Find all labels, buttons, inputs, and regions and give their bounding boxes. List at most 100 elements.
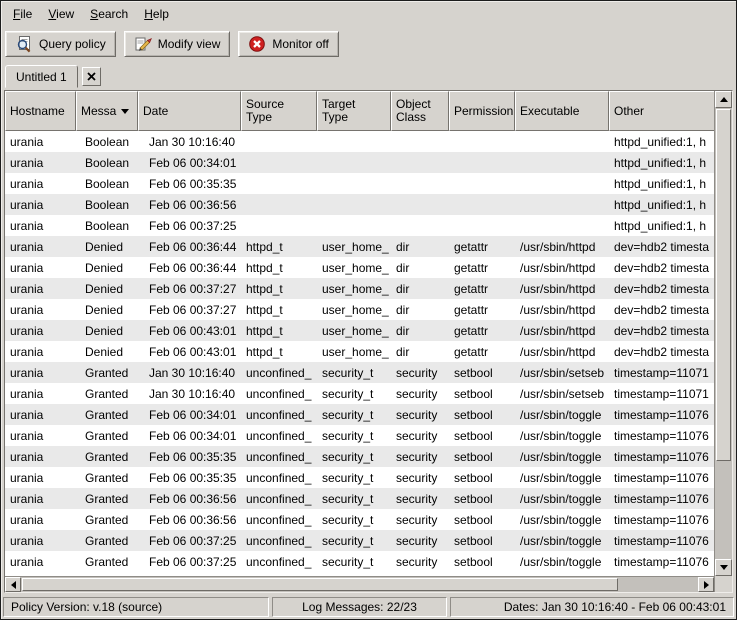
table-cell: httpd_t [241, 278, 317, 299]
table-cell: Granted [76, 551, 138, 572]
table-cell [317, 173, 391, 194]
table-cell [317, 131, 391, 152]
query-policy-button[interactable]: Query policy [5, 31, 116, 57]
menu-file[interactable]: File [5, 3, 40, 25]
modify-view-label: Modify view [158, 37, 221, 51]
table-cell: Feb 06 00:37:27 [138, 278, 241, 299]
table-row[interactable]: uraniaBooleanJan 30 10:16:40httpd_unifie… [5, 131, 714, 152]
table-row[interactable]: uraniaBooleanFeb 06 00:37:25httpd_unifie… [5, 215, 714, 236]
table-row[interactable]: uraniaDeniedFeb 06 00:43:01httpd_tuser_h… [5, 341, 714, 362]
horizontal-scroll-track[interactable] [21, 577, 698, 592]
table-cell: setbool [449, 488, 515, 509]
horizontal-scrollbar[interactable] [5, 576, 714, 592]
table-row[interactable]: uraniaGrantedFeb 06 00:37:25unconfined_s… [5, 530, 714, 551]
column-header-permission[interactable]: Permission [449, 91, 515, 131]
tab-close-button[interactable] [82, 67, 101, 86]
table-row[interactable]: uraniaGrantedJan 30 10:16:40unconfined_s… [5, 362, 714, 383]
table-cell: httpd_unified:1, h [609, 215, 714, 236]
table-cell: httpd_unified:1, h [609, 173, 714, 194]
table-cell: dev=hdb2 timesta [609, 278, 714, 299]
table-cell: Denied [76, 257, 138, 278]
table-cell: httpd_t [241, 299, 317, 320]
scroll-left-button[interactable] [5, 577, 21, 592]
table-row[interactable]: uraniaDeniedFeb 06 00:37:27httpd_tuser_h… [5, 299, 714, 320]
horizontal-scroll-thumb[interactable] [22, 578, 618, 591]
table-cell: urania [5, 278, 76, 299]
table-cell: getattr [449, 257, 515, 278]
table-cell: urania [5, 173, 76, 194]
table-cell [241, 173, 317, 194]
table-cell: httpd_t [241, 320, 317, 341]
table-cell: Feb 06 00:43:01 [138, 341, 241, 362]
table-row[interactable]: uraniaDeniedFeb 06 00:43:01httpd_tuser_h… [5, 320, 714, 341]
table-cell [391, 215, 449, 236]
vertical-scroll-thumb[interactable] [716, 109, 731, 461]
table-cell: /usr/sbin/httpd [515, 341, 609, 362]
table-row[interactable]: uraniaGrantedFeb 06 00:34:01unconfined_s… [5, 425, 714, 446]
vertical-scrollbar[interactable] [714, 91, 732, 592]
table-cell: Jan 30 10:16:40 [138, 362, 241, 383]
table-cell: Jan 30 10:16:40 [138, 131, 241, 152]
table-cell: Denied [76, 299, 138, 320]
table-cell: security [391, 446, 449, 467]
table-cell: /usr/sbin/toggle [515, 488, 609, 509]
table-row[interactable]: uraniaBooleanFeb 06 00:36:56httpd_unifie… [5, 194, 714, 215]
tab-bar: Untitled 1 [1, 62, 736, 88]
table-cell: Feb 06 00:36:56 [138, 509, 241, 530]
column-header-source-type[interactable]: Source Type [241, 91, 317, 131]
table-cell: /usr/sbin/toggle [515, 551, 609, 572]
column-header-hostname[interactable]: Hostname [5, 91, 76, 131]
close-icon [87, 72, 96, 81]
table-cell: /usr/sbin/httpd [515, 299, 609, 320]
table-cell: getattr [449, 236, 515, 257]
table-row[interactable]: uraniaDeniedFeb 06 00:36:44httpd_tuser_h… [5, 236, 714, 257]
table-cell [449, 215, 515, 236]
menu-view[interactable]: View [40, 3, 82, 25]
table-cell [241, 131, 317, 152]
column-header-target-type[interactable]: Target Type [317, 91, 391, 131]
table-cell: /usr/sbin/setseb [515, 383, 609, 404]
table-cell: user_home_ [317, 257, 391, 278]
scroll-right-button[interactable] [698, 577, 714, 592]
table-row[interactable]: uraniaGrantedFeb 06 00:37:25unconfined_s… [5, 551, 714, 572]
table-row[interactable]: uraniaGrantedFeb 06 00:35:35unconfined_s… [5, 467, 714, 488]
table-cell [241, 194, 317, 215]
table-row[interactable]: uraniaDeniedFeb 06 00:36:44httpd_tuser_h… [5, 257, 714, 278]
table-cell: unconfined_ [241, 467, 317, 488]
column-header-message[interactable]: Messa [76, 91, 138, 131]
menu-help[interactable]: Help [136, 3, 177, 25]
table-cell: user_home_ [317, 320, 391, 341]
table-cell: setbool [449, 530, 515, 551]
table-row[interactable]: uraniaBooleanFeb 06 00:35:35httpd_unifie… [5, 173, 714, 194]
table-cell: Feb 06 00:36:44 [138, 257, 241, 278]
menu-search[interactable]: Search [82, 3, 136, 25]
table-cell: security_t [317, 551, 391, 572]
column-header-date[interactable]: Date [138, 91, 241, 131]
table-cell [391, 173, 449, 194]
column-header-other[interactable]: Other [609, 91, 714, 131]
table-cell: security_t [317, 467, 391, 488]
table-cell [241, 152, 317, 173]
modify-view-button[interactable]: Modify view [124, 31, 231, 57]
table-cell: httpd_unified:1, h [609, 152, 714, 173]
table-cell: Feb 06 00:36:56 [138, 194, 241, 215]
table-row[interactable]: uraniaDeniedFeb 06 00:37:27httpd_tuser_h… [5, 278, 714, 299]
monitor-off-button[interactable]: Monitor off [238, 31, 338, 57]
column-header-executable[interactable]: Executable [515, 91, 609, 131]
table-row[interactable]: uraniaGrantedJan 30 10:16:40unconfined_s… [5, 383, 714, 404]
table-cell: Feb 06 00:36:56 [138, 488, 241, 509]
table-row[interactable]: uraniaGrantedFeb 06 00:36:56unconfined_s… [5, 488, 714, 509]
table-cell: unconfined_ [241, 551, 317, 572]
vertical-scroll-track[interactable] [715, 108, 732, 559]
table-cell: getattr [449, 320, 515, 341]
table-row[interactable]: uraniaGrantedFeb 06 00:36:56unconfined_s… [5, 509, 714, 530]
table-cell: /usr/sbin/toggle [515, 404, 609, 425]
table-row[interactable]: uraniaGrantedFeb 06 00:34:01unconfined_s… [5, 404, 714, 425]
table-row[interactable]: uraniaGrantedFeb 06 00:35:35unconfined_s… [5, 446, 714, 467]
table-row[interactable]: uraniaBooleanFeb 06 00:34:01httpd_unifie… [5, 152, 714, 173]
column-header-object-class[interactable]: Object Class [391, 91, 449, 131]
scroll-up-button[interactable] [715, 91, 732, 108]
query-policy-icon [15, 35, 33, 53]
scroll-down-button[interactable] [715, 559, 732, 576]
tab-untitled-1[interactable]: Untitled 1 [5, 65, 78, 88]
